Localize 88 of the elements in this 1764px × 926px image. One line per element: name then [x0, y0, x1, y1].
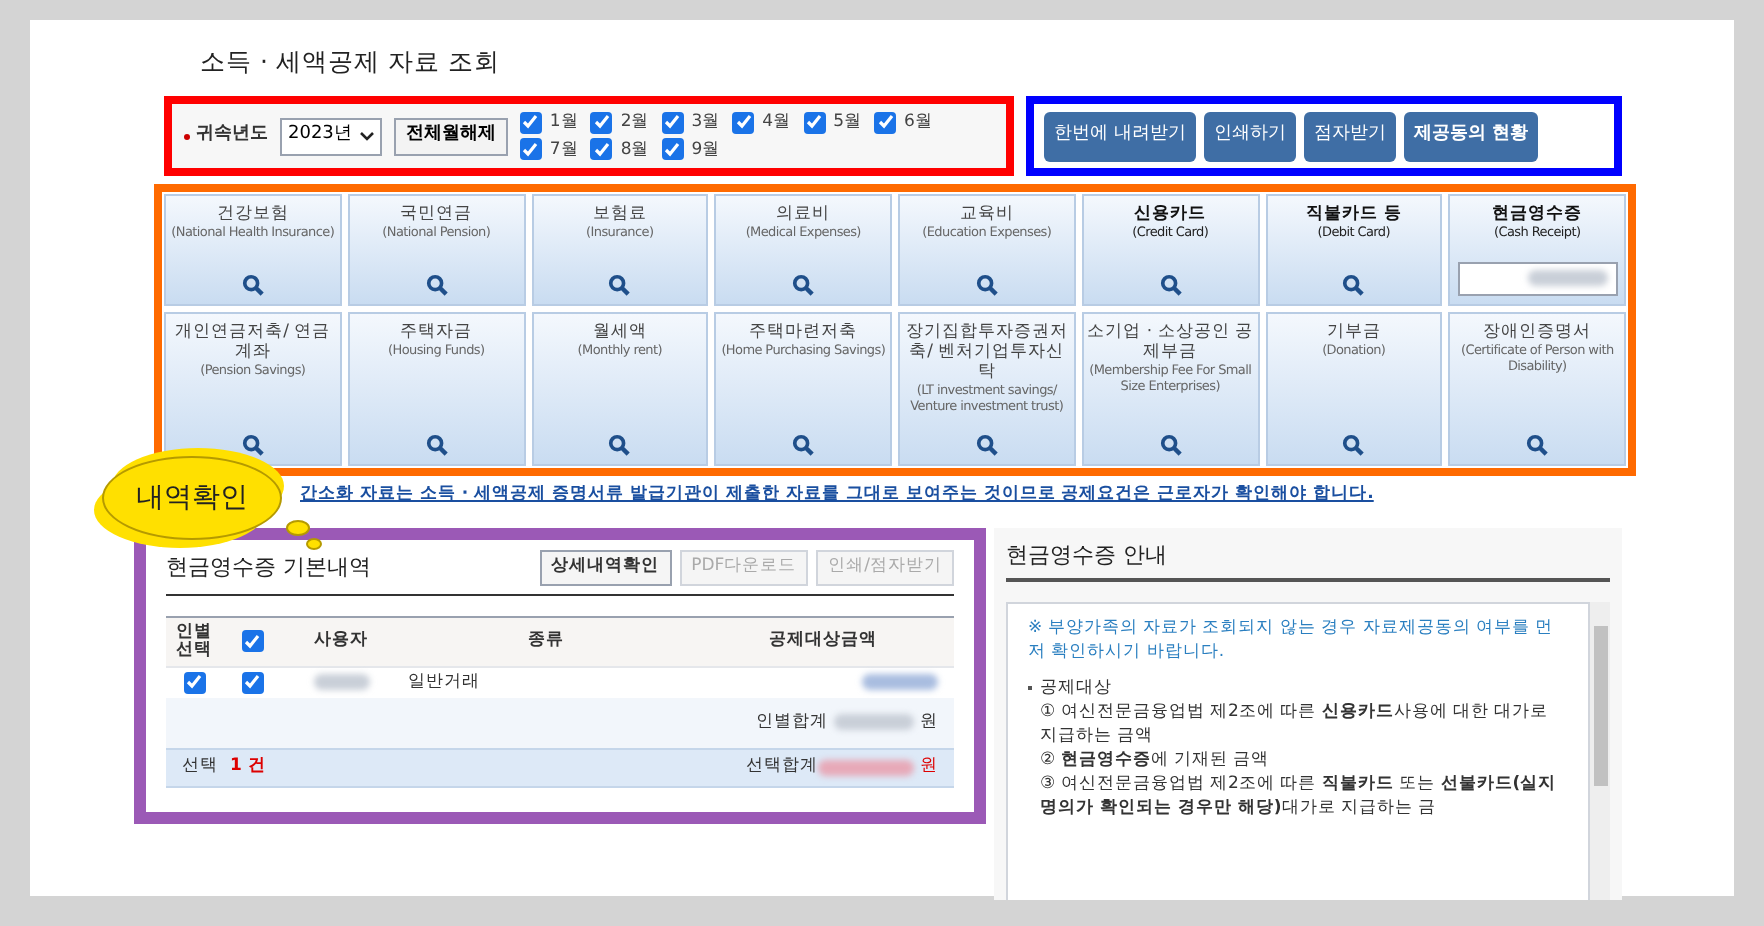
total-unit: 원	[920, 754, 938, 781]
card-title: 건강보험	[216, 204, 289, 224]
selected-count: 1 건	[230, 754, 266, 781]
checkbox[interactable]	[241, 630, 263, 653]
card-title: 신용카드	[1134, 204, 1207, 224]
total-label: 선택합계	[746, 754, 818, 781]
checkbox[interactable]	[590, 111, 613, 134]
blurred-value	[834, 714, 914, 731]
search-icon[interactable]	[792, 273, 815, 295]
card-title: 소기업 · 소상공인 공제부금	[1085, 321, 1255, 361]
card-title: 주택자금	[400, 321, 473, 341]
checkbox[interactable]	[590, 138, 613, 161]
month-label: 6월	[904, 109, 933, 135]
card-title: 보험료	[592, 204, 647, 224]
blurred-value	[313, 674, 369, 691]
search-icon[interactable]	[608, 273, 631, 295]
callout-text: 내역확인	[136, 479, 248, 517]
subtotal-label: 인별합계	[756, 709, 828, 736]
card-title: 국민연금	[400, 204, 473, 224]
column-header: 사용자	[312, 628, 370, 655]
search-icon[interactable]	[1526, 434, 1549, 456]
search-icon[interactable]	[1342, 273, 1365, 295]
action-button[interactable]: 제공동의 현황	[1403, 111, 1539, 161]
month-label: 2월	[620, 109, 650, 135]
month-label: 1월	[549, 109, 579, 135]
card-title: 개인연금저축/ 연금계좌	[173, 321, 333, 361]
section-title: 현금영수증 안내	[1006, 539, 1610, 583]
search-icon[interactable]	[241, 434, 264, 456]
year-select[interactable]: 2023년	[280, 117, 382, 155]
checkbox[interactable]	[519, 138, 542, 161]
info-item: ① 여신전문금융업법 제2조에 따른 신용카드사용에 대한 대가로 지급하는 금액	[1038, 700, 1551, 749]
search-icon[interactable]	[975, 434, 998, 456]
notice-link[interactable]: 간소화 자료는 소득 · 세액공제 증명서류 발급기관이 제출한 자료를 그대로 보여주는 것이므로 공제요건은 근로자가 확인해야 합니다.	[300, 482, 1674, 508]
column-header: 공제대상금액	[767, 628, 879, 655]
subtotal-unit: 원	[920, 709, 938, 736]
month-label: 4월	[762, 109, 792, 135]
search-icon[interactable]	[241, 273, 264, 295]
card-title: 직불카드 등	[1305, 204, 1402, 224]
search-icon[interactable]	[425, 273, 448, 295]
section-title: 현금영수증 기본내역	[166, 551, 371, 583]
card-title: 장애인증명서	[1483, 321, 1592, 341]
card-title: 주택마련저축	[749, 321, 858, 341]
clear-months-button[interactable]: 전체월해제	[393, 117, 508, 155]
checkbox[interactable]	[519, 111, 542, 134]
checkbox[interactable]	[183, 671, 205, 694]
blurred-value	[1527, 270, 1608, 286]
info-item: ② 현금영수증에 기재된 금액	[1038, 748, 1272, 773]
table-cell-text: 일반거래	[406, 669, 482, 696]
checkbox[interactable]	[661, 138, 684, 161]
info-heading: 공제대상	[1040, 676, 1112, 701]
column-header: 종류	[526, 628, 566, 655]
detail-button[interactable]: 상세내역확인	[539, 549, 672, 586]
card-title: 월세액	[592, 321, 647, 341]
page-title: 소득 · 세액공제 자료 조회	[200, 44, 502, 80]
search-icon[interactable]	[975, 273, 998, 295]
receipt-field[interactable]	[1457, 261, 1618, 295]
card-title: 현금영수증	[1492, 204, 1583, 224]
info-item: ③ 여신전문금융업법 제2조에 따른 직불카드 또는 선불카드(실지명의가 확인되는 경우만 해당)대가로 지급하는 금	[1038, 772, 1559, 821]
search-icon[interactable]	[792, 434, 815, 456]
checkbox[interactable]	[661, 111, 684, 134]
selected-label: 선택	[182, 754, 218, 781]
checkbox[interactable]	[874, 111, 897, 134]
checkbox[interactable]	[732, 111, 755, 134]
card-title: 교육비	[959, 204, 1014, 224]
search-icon[interactable]	[1342, 434, 1365, 456]
card-title: 의료비	[776, 204, 831, 224]
caret-icon	[359, 131, 374, 141]
card-title: 장기집합투자증권저축/ 벤처기업투자신탁	[903, 321, 1070, 381]
action-button[interactable]: 한번에 내려받기	[1044, 111, 1196, 161]
checkbox[interactable]	[803, 111, 826, 134]
search-icon[interactable]	[608, 434, 631, 456]
info-note: ※ 부양가족의 자료가 조회되지 않는 경우 자료제공동의 여부를 먼저 확인하시기 바랍니다.	[1028, 616, 1556, 665]
action-button[interactable]: 인쇄하기	[1203, 111, 1296, 161]
blurred-value	[862, 674, 938, 691]
search-icon[interactable]	[1159, 273, 1182, 295]
card-title: 기부금	[1326, 321, 1381, 341]
month-label: 7월	[549, 137, 579, 163]
search-icon[interactable]	[425, 434, 448, 456]
blurred-value	[818, 759, 914, 776]
column-header: 인별 선택	[174, 623, 214, 660]
month-label: 9월	[691, 137, 721, 163]
search-icon[interactable]	[1159, 434, 1182, 456]
month-label: 8월	[620, 137, 650, 163]
month-label: 5월	[833, 109, 863, 135]
action-button[interactable]: 점자받기	[1303, 111, 1396, 161]
year-label: 귀속년도	[196, 122, 268, 149]
month-label: 3월	[691, 109, 721, 135]
checkbox[interactable]	[241, 671, 263, 694]
